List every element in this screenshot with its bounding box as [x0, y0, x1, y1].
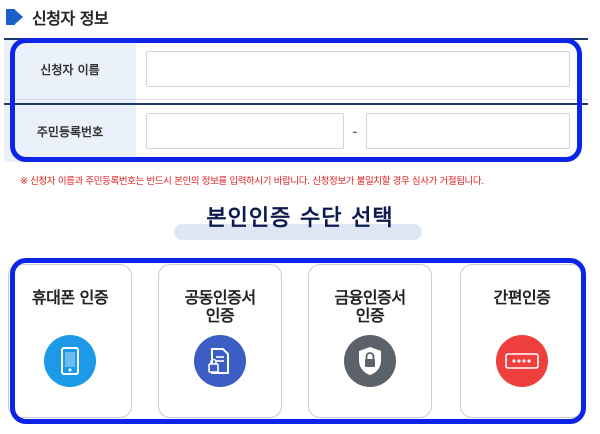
rrn-label: 주민등록번호: [4, 100, 136, 162]
auth-method-joint-certificate[interactable]: 공동인증서 인증: [158, 264, 282, 418]
form-row-rrn: 주민등록번호 -: [4, 100, 588, 162]
auth-method-list: 휴대폰 인증 공동인증서 인증 금융인증서 인증 간편인증: [8, 264, 584, 418]
form-row-name: 신청자 이름: [4, 40, 588, 100]
applicant-form: 신청자 이름 주민등록번호 -: [4, 38, 588, 162]
certificate-icon: [194, 335, 246, 387]
section-bullet-icon: [6, 8, 24, 26]
rrn-back-input[interactable]: [366, 113, 570, 149]
auth-method-label-2: 인증: [205, 306, 235, 325]
auth-method-label-2: 인증: [355, 306, 385, 325]
auth-method-label: 금융인증서: [334, 288, 406, 307]
section-title: 신청자 정보: [32, 9, 109, 28]
form-divider: [4, 103, 588, 105]
auth-method-label: 휴대폰 인증: [31, 288, 109, 307]
auth-title-wrap: 본인인증 수단 선택: [170, 200, 430, 244]
auth-method-label: 공동인증서: [184, 288, 256, 307]
auth-method-simple[interactable]: 간편인증: [460, 264, 584, 418]
rrn-front-input[interactable]: [146, 113, 344, 149]
name-input[interactable]: [146, 51, 570, 87]
notice-text: ※ 신청자 이름과 주민등록번호는 반드시 본인의 정보를 입력하시기 바랍니다…: [20, 176, 484, 187]
password-icon: [496, 335, 548, 387]
auth-title: 본인인증 수단 선택: [206, 206, 394, 231]
auth-method-phone[interactable]: 휴대폰 인증: [8, 264, 132, 418]
auth-method-label: 간편인증: [493, 288, 551, 307]
rrn-separator: -: [352, 122, 358, 141]
name-label: 신청자 이름: [4, 40, 136, 99]
section-header: 신청자 정보: [6, 4, 109, 30]
phone-icon: [44, 335, 96, 387]
auth-method-financial-certificate[interactable]: 금융인증서 인증: [308, 264, 432, 418]
shield-lock-icon: [344, 335, 396, 387]
